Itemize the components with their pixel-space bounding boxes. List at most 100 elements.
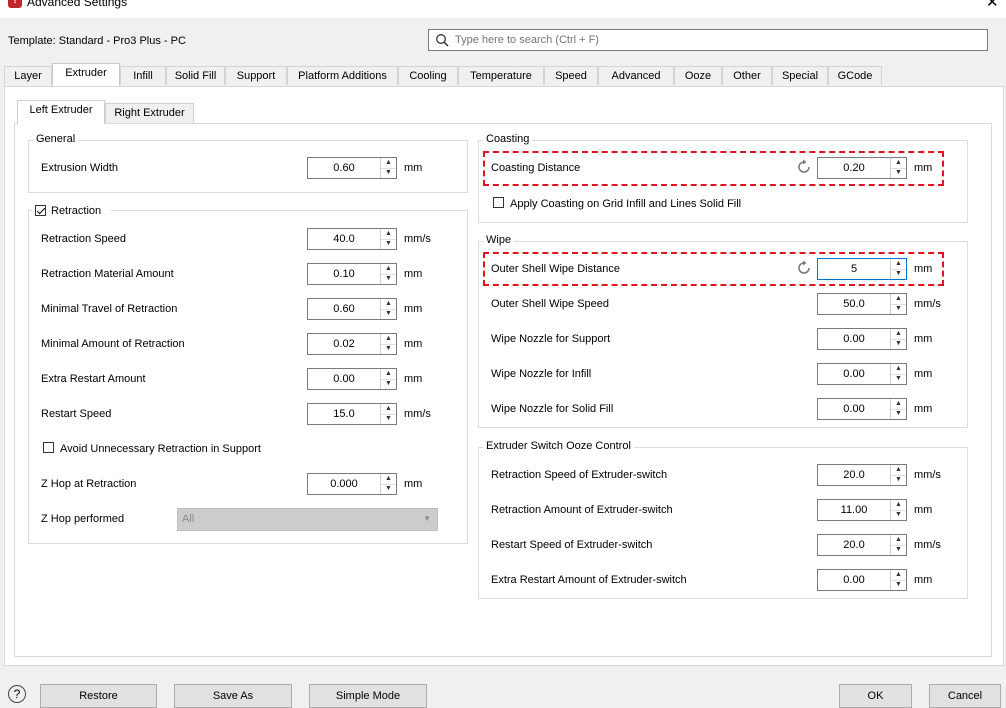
apply-coasting-checkbox[interactable] — [493, 197, 504, 208]
save-as-button[interactable]: Save As — [174, 684, 292, 708]
restore-button[interactable]: Restore — [40, 684, 157, 708]
wipe-distance-spinbox[interactable]: 5 ▲ ▼ — [817, 258, 907, 280]
avoid-retraction-label[interactable]: Avoid Unnecessary Retraction in Support — [60, 443, 261, 455]
group-title-coasting: Coasting — [483, 133, 533, 145]
tab-infill[interactable]: Infill — [120, 66, 166, 85]
spin-down-icon[interactable]: ▼ — [891, 580, 906, 590]
cancel-button[interactable]: Cancel — [929, 684, 1001, 708]
switch-restart-speed-spinbox[interactable]: 20.0 ▲ ▼ — [817, 534, 907, 556]
spin-down-icon[interactable]: ▼ — [381, 168, 396, 178]
spin-down-icon[interactable]: ▼ — [891, 339, 906, 349]
wipe-speed-spinbox[interactable]: 50.0 ▲ ▼ — [817, 293, 907, 315]
wipe-infill-unit: mm — [914, 368, 933, 380]
zhop-label: Z Hop at Retraction — [41, 478, 137, 490]
simple-mode-button[interactable]: Simple Mode — [309, 684, 427, 708]
tab-special[interactable]: Special — [772, 66, 828, 85]
switch-extra-restart-value[interactable]: 0.00 — [818, 570, 890, 590]
search-input[interactable] — [455, 32, 975, 48]
subtab-left-extruder[interactable]: Left Extruder — [17, 100, 105, 124]
template-label: Template: Standard - Pro3 Plus - PC — [8, 35, 186, 47]
minimal-amount-unit: mm — [404, 338, 423, 350]
tab-speed[interactable]: Speed — [544, 66, 598, 85]
wipe-speed-value[interactable]: 50.0 — [818, 294, 890, 314]
wipe-infill-spinbox[interactable]: 0.00 ▲ ▼ — [817, 363, 907, 385]
tab-advanced[interactable]: Advanced — [598, 66, 674, 85]
ok-button[interactable]: OK — [839, 684, 912, 708]
extra-restart-spinbox[interactable]: 0.00 ▲ ▼ — [307, 368, 397, 390]
spin-down-icon[interactable]: ▼ — [891, 168, 906, 178]
spin-down-icon[interactable]: ▼ — [891, 269, 906, 279]
spin-down-icon[interactable]: ▼ — [381, 274, 396, 284]
spin-down-icon[interactable]: ▼ — [891, 510, 906, 520]
minimal-amount-value[interactable]: 0.02 — [308, 334, 380, 354]
spin-down-icon[interactable]: ▼ — [381, 414, 396, 424]
spin-down-icon[interactable]: ▼ — [891, 409, 906, 419]
spin-down-icon[interactable]: ▼ — [891, 545, 906, 555]
retraction-speed-spinbox[interactable]: 40.0 ▲ ▼ — [307, 228, 397, 250]
close-icon[interactable]: ✕ — [986, 0, 999, 11]
extra-restart-value[interactable]: 0.00 — [308, 369, 380, 389]
extrusion-width-value[interactable]: 0.60 — [308, 158, 380, 178]
switch-restart-speed-value[interactable]: 20.0 — [818, 535, 890, 555]
minimal-travel-value[interactable]: 0.60 — [308, 299, 380, 319]
wipe-support-value[interactable]: 0.00 — [818, 329, 890, 349]
spin-down-icon[interactable]: ▼ — [891, 374, 906, 384]
tab-temperature[interactable]: Temperature — [458, 66, 544, 85]
spin-down-icon[interactable]: ▼ — [381, 309, 396, 319]
tab-gcode[interactable]: GCode — [828, 66, 882, 85]
spin-down-icon[interactable]: ▼ — [381, 239, 396, 249]
tab-extruder[interactable]: Extruder — [52, 63, 120, 86]
tab-support[interactable]: Support — [225, 66, 287, 85]
spin-down-icon[interactable]: ▼ — [381, 379, 396, 389]
zhop-value[interactable]: 0.000 — [308, 474, 380, 494]
switch-retraction-speed-value[interactable]: 20.0 — [818, 465, 890, 485]
wipe-solid-fill-spinbox[interactable]: 0.00 ▲ ▼ — [817, 398, 907, 420]
retraction-speed-value[interactable]: 40.0 — [308, 229, 380, 249]
switch-restart-speed-unit: mm/s — [914, 539, 941, 551]
spin-down-icon[interactable]: ▼ — [381, 484, 396, 494]
coasting-distance-spinbox[interactable]: 0.20 ▲ ▼ — [817, 157, 907, 179]
retraction-checkbox[interactable] — [35, 205, 46, 216]
zhop-performed-combo[interactable]: All ▼ — [177, 508, 438, 531]
apply-coasting-label[interactable]: Apply Coasting on Grid Infill and Lines … — [510, 198, 741, 210]
tab-cooling[interactable]: Cooling — [398, 66, 458, 85]
spin-down-icon[interactable]: ▼ — [891, 475, 906, 485]
switch-retraction-amount-unit: mm — [914, 504, 933, 516]
coasting-distance-value[interactable]: 0.20 — [818, 158, 890, 178]
tab-other[interactable]: Other — [722, 66, 772, 85]
avoid-retraction-checkbox[interactable] — [43, 442, 54, 453]
retraction-amount-value[interactable]: 0.10 — [308, 264, 380, 284]
wipe-infill-value[interactable]: 0.00 — [818, 364, 890, 384]
extrusion-width-spinbox[interactable]: 0.60 ▲ ▼ — [307, 157, 397, 179]
group-title-general: General — [33, 133, 79, 145]
retraction-amount-spinbox[interactable]: 0.10 ▲ ▼ — [307, 263, 397, 285]
wipe-distance-value[interactable]: 5 — [818, 259, 890, 279]
tab-layer[interactable]: Layer — [4, 66, 52, 85]
search-box[interactable] — [428, 29, 988, 51]
tab-ooze[interactable]: Ooze — [674, 66, 722, 85]
window-title: Advanced Settings — [27, 0, 128, 9]
restart-speed-value[interactable]: 15.0 — [308, 404, 380, 424]
tab-platform-additions[interactable]: Platform Additions — [287, 66, 398, 85]
zhop-spinbox[interactable]: 0.000 ▲ ▼ — [307, 473, 397, 495]
restart-speed-spinbox[interactable]: 15.0 ▲ ▼ — [307, 403, 397, 425]
minimal-amount-spinbox[interactable]: 0.02 ▲ ▼ — [307, 333, 397, 355]
reset-icon[interactable] — [796, 260, 812, 276]
switch-retraction-amount-spinbox[interactable]: 11.00 ▲ ▼ — [817, 499, 907, 521]
reset-icon[interactable] — [796, 159, 812, 175]
help-icon[interactable]: ? — [8, 685, 26, 703]
spin-down-icon[interactable]: ▼ — [891, 304, 906, 314]
wipe-support-spinbox[interactable]: 0.00 ▲ ▼ — [817, 328, 907, 350]
zhop-performed-value: All — [182, 513, 195, 525]
tab-solid-fill[interactable]: Solid Fill — [166, 66, 225, 85]
subtab-right-extruder[interactable]: Right Extruder — [105, 103, 194, 123]
retraction-amount-label: Retraction Material Amount — [41, 268, 174, 280]
switch-extra-restart-spinbox[interactable]: 0.00 ▲ ▼ — [817, 569, 907, 591]
switch-retraction-speed-label: Retraction Speed of Extruder-switch — [491, 469, 668, 481]
minimal-travel-spinbox[interactable]: 0.60 ▲ ▼ — [307, 298, 397, 320]
wipe-solid-fill-value[interactable]: 0.00 — [818, 399, 890, 419]
restart-speed-unit: mm/s — [404, 408, 431, 420]
spin-down-icon[interactable]: ▼ — [381, 344, 396, 354]
switch-retraction-amount-value[interactable]: 11.00 — [818, 500, 890, 520]
switch-retraction-speed-spinbox[interactable]: 20.0 ▲ ▼ — [817, 464, 907, 486]
